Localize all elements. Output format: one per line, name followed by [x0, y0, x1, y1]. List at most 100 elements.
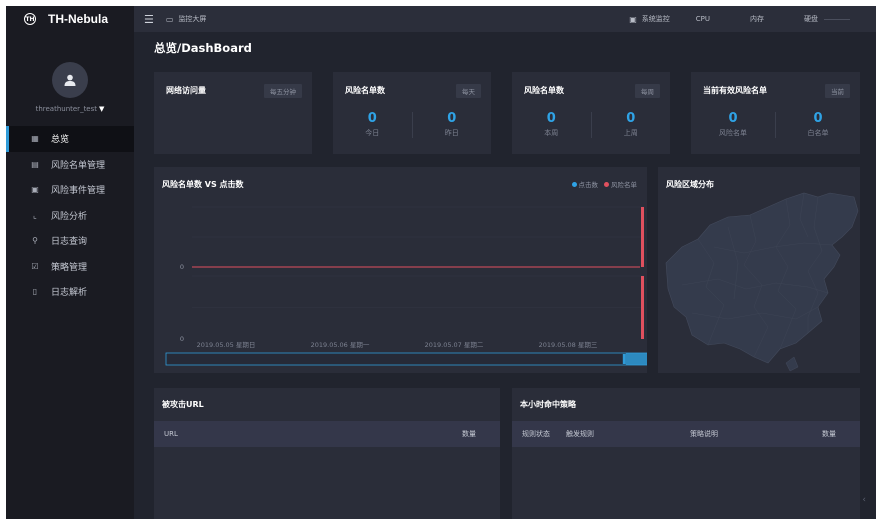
memory-metric: 内存 — [750, 15, 764, 23]
table-header: 规则状态 触发规则 策略说明 数量 — [512, 421, 860, 447]
stat-value: 0 — [813, 111, 823, 126]
list-icon: ▤ — [31, 159, 39, 169]
zoom-slider-handle[interactable] — [622, 354, 626, 364]
x-tick-label: 2019.05.07 星期二 — [425, 341, 484, 349]
brand[interactable]: TH TH-Nebula — [6, 6, 134, 32]
stat-title: 网络访问量 — [166, 86, 206, 95]
strategy-icon: ☑ — [31, 261, 39, 271]
screen-icon: ▭ — [165, 14, 174, 24]
stat-label: 风险名单 — [719, 129, 747, 137]
sidebar-item[interactable]: ☑ 策略管理 — [6, 254, 134, 280]
stat-value: 0 — [728, 111, 738, 126]
system-monitor-link[interactable]: ▣ 系统监控 — [629, 14, 670, 24]
x-tick-label: 2019.05.05 星期日 — [197, 341, 256, 349]
collapse-arrow-icon[interactable]: ‹ — [862, 495, 866, 505]
sidebar-item-label: 风险名单管理 — [51, 160, 106, 171]
x-tick-label: 2019.05.08 星期三 — [539, 341, 598, 349]
column-header-trigger-rule[interactable]: 触发规则 — [566, 429, 690, 439]
sidebar-item-label: 风险事件管理 — [51, 186, 106, 197]
sidebar-item-label: 日志解析 — [51, 288, 88, 299]
risk-vs-clicks-chart: 风险名单数 VS 点击数 点击数 风险名单 0 0 2019.05.05 星期日 20… — [154, 167, 647, 373]
sidebar-item-label: 策略管理 — [51, 262, 88, 273]
stat-card-active-risk: 当前有效风险名单 当前 0 风险名单 0 白名单 — [691, 72, 860, 154]
stat-value: 0 — [546, 111, 556, 126]
monitor-label: 系统监控 — [641, 15, 670, 23]
event-icon: ▣ — [31, 185, 39, 195]
sidebar-item[interactable]: ⌞ 风险分析 — [6, 203, 134, 229]
stat-badge: 每周 — [635, 84, 660, 98]
sidebar-nav: ▦ 总览 ▤ 风险名单管理 ▣ 风险事件管理 ⌞ 风险分析 ⚲ 日志查询 ☑ 策略管理 ▯ 日志解析 — [6, 126, 134, 305]
caret-down-icon: ▼ — [99, 105, 105, 113]
table-header: URL 数量 — [154, 421, 500, 447]
hourly-strategy-table: 本小时命中策略 规则状态 触发规则 策略说明 数量 — [512, 388, 860, 519]
stat-label: 今日 — [365, 129, 380, 137]
sidebar: TH TH-Nebula threathunter_test ▼ ▦ 总览 ▤ 风险名单… — [6, 6, 134, 519]
stat-label: 白名单 — [807, 129, 829, 137]
map-island — [785, 356, 799, 372]
disk-label: 硬盘 — [804, 15, 818, 23]
user-menu[interactable]: threathunter_test ▼ — [6, 105, 134, 113]
china-map[interactable] — [658, 167, 860, 373]
sidebar-item[interactable]: ▣ 风险事件管理 — [6, 177, 134, 203]
sidebar-item-label: 风险分析 — [51, 211, 88, 222]
search-icon: ⚲ — [32, 236, 38, 246]
username: threathunter_test — [35, 105, 98, 113]
sidebar-item-label: 日志查询 — [51, 237, 88, 248]
monitor-icon: ▣ — [629, 14, 637, 24]
series-bar-risk — [641, 276, 644, 339]
disk-usage-bar — [824, 18, 850, 20]
y-tick-label: 0 — [180, 263, 184, 271]
stat-title: 风险名单数 — [524, 86, 564, 95]
attacked-url-table: 被攻击URL URL 数量 — [154, 388, 500, 519]
sidebar-item-label: 总览 — [51, 135, 70, 146]
stat-badge: 每五分钟 — [264, 84, 302, 98]
menu-toggle-icon[interactable]: ☰ — [144, 13, 154, 26]
sidebar-item[interactable]: ▤ 风险名单管理 — [6, 152, 134, 178]
brand-name: TH-Nebula — [48, 12, 108, 26]
column-header-count[interactable]: 数量 — [462, 429, 476, 439]
disk-metric: 硬盘 — [804, 14, 850, 24]
line-chart-icon: ⌞ — [33, 210, 37, 220]
stat-label: 昨日 — [444, 129, 459, 137]
topbar: ☰ ▭ 监控大屏 ▣ 系统监控 CPU 内存 硬盘 — [134, 6, 876, 32]
chart-plot: 0 0 2019.05.05 星期日 2019.05.06 星期一 2019.05.07… — [165, 206, 647, 366]
monitor-screen-link[interactable]: ▭ 监控大屏 — [166, 14, 207, 24]
risk-region-map: 风险区域分布 — [658, 167, 860, 373]
stat-card-traffic: 网络访问量 每五分钟 — [154, 72, 312, 154]
table-title: 被攻击URL — [162, 400, 204, 409]
avatar[interactable] — [52, 62, 88, 98]
sidebar-item[interactable]: ▦ 总览 — [6, 126, 134, 152]
table-title: 本小时命中策略 — [520, 400, 576, 409]
sidebar-item[interactable]: ⚲ 日志查询 — [6, 228, 134, 254]
document-icon: ▯ — [32, 287, 38, 297]
column-header-url[interactable]: URL — [164, 430, 462, 438]
column-header-count[interactable]: 数量 — [822, 429, 836, 439]
zoom-slider-window[interactable] — [625, 353, 647, 365]
stat-value: 0 — [367, 111, 377, 126]
stat-card-weekly-risk: 风险名单数 每周 0 本周 0 上周 — [512, 72, 670, 154]
zoom-slider-track — [165, 352, 647, 366]
stat-badge: 当前 — [825, 84, 850, 98]
series-bar-risk — [641, 207, 644, 267]
stat-value: 0 — [447, 111, 457, 126]
stat-title: 当前有效风险名单 — [703, 86, 767, 95]
screen-label: 监控大屏 — [178, 15, 207, 23]
user-icon — [64, 74, 76, 86]
cpu-metric: CPU — [695, 15, 710, 23]
stat-badge: 每天 — [456, 84, 481, 98]
stat-label: 上周 — [623, 129, 638, 137]
system-metrics: ▣ 系统监控 CPU 内存 硬盘 — [629, 6, 876, 32]
stat-card-daily-risk: 风险名单数 每天 0 今日 0 昨日 — [333, 72, 491, 154]
brand-logo-icon: TH — [24, 13, 36, 25]
stat-label: 本周 — [544, 129, 559, 137]
y-tick-label: 0 — [180, 335, 184, 343]
stat-title: 风险名单数 — [345, 86, 385, 95]
map-land — [665, 192, 859, 364]
x-tick-label: 2019.05.06 星期一 — [311, 341, 370, 349]
dashboard-icon: ▦ — [31, 134, 39, 144]
column-header-rule-status[interactable]: 规则状态 — [522, 429, 566, 439]
stat-value: 0 — [626, 111, 636, 126]
sidebar-item[interactable]: ▯ 日志解析 — [6, 279, 134, 305]
page-title: 总览/DashBoard — [154, 41, 252, 55]
column-header-strategy-desc[interactable]: 策略说明 — [690, 429, 822, 439]
